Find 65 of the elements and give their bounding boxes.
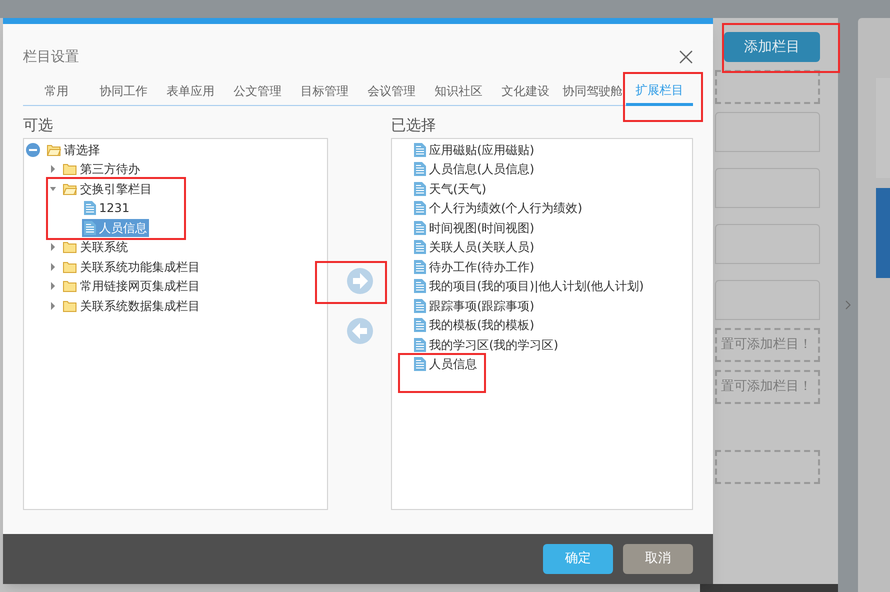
open-folder-icon [63,182,77,195]
close-icon[interactable] [679,50,693,64]
dialog-title: 栏目设置 [23,48,79,66]
caret-right-icon[interactable] [50,262,56,271]
document-icon [84,201,96,216]
folder-icon [63,300,77,312]
folder-icon [63,280,77,292]
document-icon [414,338,426,352]
folder-icon [63,163,77,176]
document-icon [414,298,426,313]
list-item[interactable]: 人员信息(人员信息) [414,160,692,179]
list-item[interactable]: 人员信息 [414,354,692,374]
document-icon [414,182,426,196]
folder-icon [63,241,77,254]
document-icon [84,220,96,235]
tab[interactable]: 常用 [23,76,90,105]
tab[interactable]: 文化建设 [492,76,559,105]
tab[interactable]: 表单应用 [157,76,224,105]
document-icon [414,318,426,332]
tree-item[interactable]: 1231 [82,199,132,218]
document-icon [414,279,426,294]
tab[interactable]: 知识社区 [425,76,492,105]
list-item[interactable]: 待办工作(待办工作) [414,257,692,276]
tab[interactable]: 协同驾驶舱 [559,76,626,105]
tab[interactable]: 目标管理 [291,76,358,105]
folder-icon [63,260,77,273]
tree-item[interactable]: 常用链接网页集成栏目 [61,277,202,296]
add-column-hint: 置可添加栏目！ [715,370,820,404]
caret-right-icon[interactable] [50,302,56,310]
tab[interactable]: 协同工作 [90,76,157,105]
document-icon [414,201,426,216]
tree-item[interactable]: 关联系统 [61,238,130,256]
document-icon [414,162,426,176]
chevron-right-icon[interactable] [845,300,851,310]
tree-item[interactable]: 交换引擎栏目 [61,180,154,198]
list-item[interactable]: 我的项目(我的项目)|他人计划(他人计划) [414,276,692,296]
add-column-hint: 置可添加栏目！ [715,328,820,362]
tab[interactable]: 公文管理 [224,76,291,105]
list-item[interactable]: 天气(天气) [414,179,692,198]
caret-right-icon[interactable] [50,282,56,290]
tab[interactable]: 会议管理 [358,76,425,105]
list-item[interactable]: 应用磁贴(应用磁贴) [414,140,692,160]
tree-item[interactable]: 请选择 [45,140,102,159]
list-item[interactable]: 跟踪事项(跟踪事项) [414,296,692,316]
list-item[interactable]: 关联人员(关联人员) [414,238,692,257]
list-item[interactable]: 时间视图(时间视图) [414,218,692,238]
caret-down-icon[interactable] [50,184,56,193]
document-icon [414,220,426,235]
section-label: 可选 [23,115,54,136]
section-label: 已选择 [391,115,437,136]
list-item[interactable]: 我的学习区(我的学习区) [414,335,692,354]
document-icon [414,142,426,157]
document-icon [414,357,426,372]
highlight-box [315,261,387,304]
collapse-icon[interactable] [26,142,40,157]
open-folder-icon [47,144,61,156]
document-icon [414,260,426,274]
caret-right-icon[interactable] [50,243,56,252]
document-icon [414,240,426,254]
tree-item[interactable]: 第三方待办 [61,160,142,178]
tree-item[interactable]: 关联系统数据集成栏目 [61,296,202,315]
list-item[interactable]: 个人行为绩效(个人行为绩效) [414,198,692,218]
list-item[interactable]: 我的模板(我的模板) [414,316,692,335]
caret-right-icon[interactable] [50,165,56,174]
tree-item[interactable]: 关联系统功能集成栏目 [61,258,202,276]
